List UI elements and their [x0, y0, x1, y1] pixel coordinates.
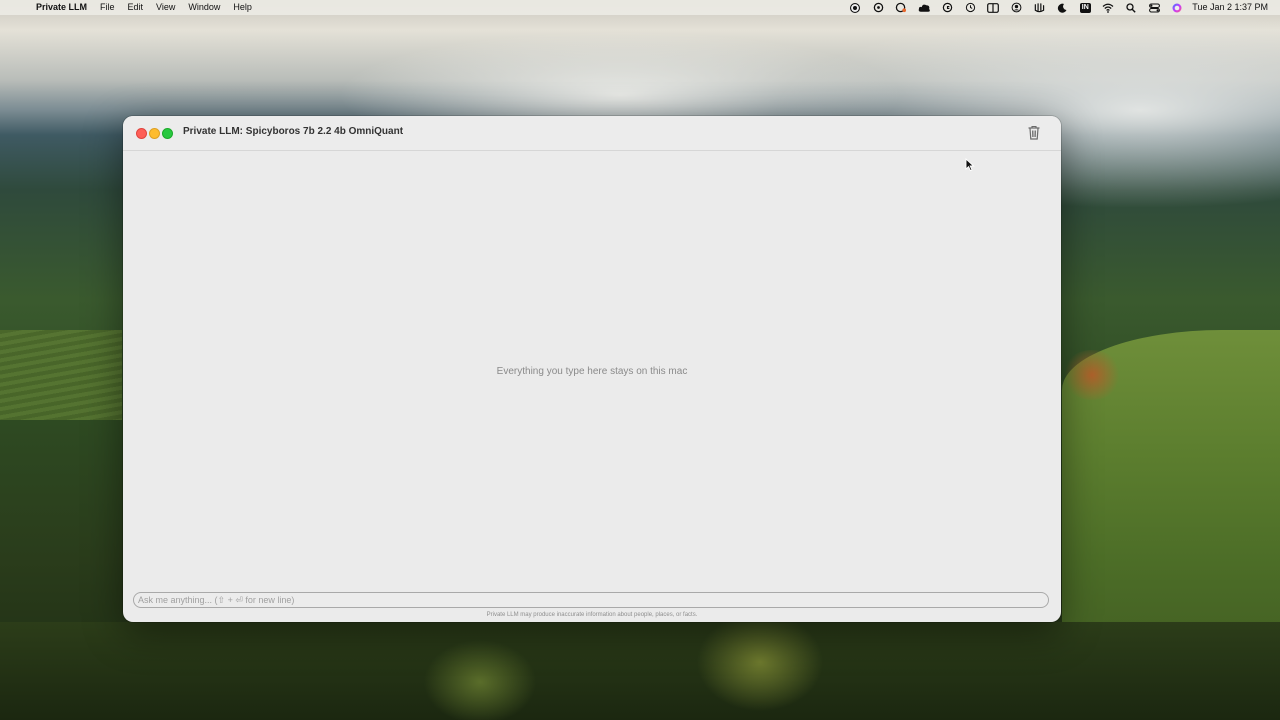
empty-state-message: Everything you type here stays on this m… [496, 366, 688, 377]
hand-icon[interactable] [1032, 0, 1046, 15]
cloud-app-icon[interactable] [917, 0, 931, 15]
trash-icon[interactable] [1027, 125, 1041, 141]
chat-window: Private LLM: Spicyboros 7b 2.2 4b OmniQu… [123, 116, 1061, 622]
window-close-button[interactable] [136, 128, 147, 139]
menu-bar-clock[interactable]: Tue Jan 2 1:37 PM [1192, 0, 1268, 15]
window-zoom-button[interactable] [162, 128, 173, 139]
menu-bar: Private LLM File Edit View Window Help I… [0, 0, 1280, 15]
menu-edit[interactable]: Edit [128, 0, 144, 15]
window-titlebar[interactable]: Private LLM: Spicyboros 7b 2.2 4b OmniQu… [123, 116, 1061, 151]
time-machine-icon[interactable] [963, 0, 977, 15]
menu-window[interactable]: Window [188, 0, 220, 15]
menu-help[interactable]: Help [233, 0, 252, 15]
sidebar-icon[interactable] [986, 0, 1000, 15]
siri-icon[interactable] [1170, 0, 1184, 15]
mouse-cursor-icon [965, 158, 975, 172]
menu-file[interactable]: File [100, 0, 115, 15]
menu-app-name[interactable]: Private LLM [36, 0, 87, 15]
disclaimer-text: Private LLM may produce inaccurate infor… [486, 612, 698, 618]
control-center-icon[interactable] [1147, 0, 1161, 15]
window-minimize-button[interactable] [149, 128, 160, 139]
input-source-icon[interactable]: IN [1078, 0, 1092, 15]
screen-record-icon[interactable] [848, 0, 862, 15]
grammarly-icon[interactable] [940, 0, 954, 15]
wifi-icon[interactable] [1101, 0, 1115, 15]
copilot-icon[interactable] [894, 0, 908, 15]
user-icon[interactable] [1009, 0, 1023, 15]
menu-view[interactable]: View [156, 0, 175, 15]
menu-bar-status-area: IN Tue Jan 2 1:37 PM [839, 0, 1268, 15]
chatgpt-icon[interactable] [871, 0, 885, 15]
chat-input[interactable] [133, 592, 1049, 608]
wallpaper-autumn-tree [1062, 350, 1122, 400]
window-title: Private LLM: Spicyboros 7b 2.2 4b OmniQu… [183, 126, 404, 137]
search-icon[interactable] [1124, 0, 1138, 15]
wallpaper-vineyard [0, 330, 122, 420]
wallpaper-forest [0, 622, 1280, 720]
moon-icon[interactable] [1055, 0, 1069, 15]
